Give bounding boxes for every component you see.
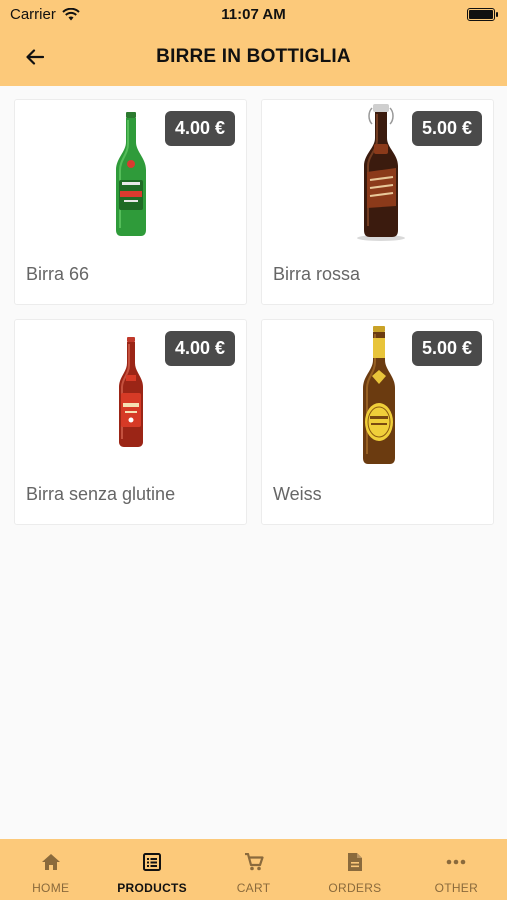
carrier-label: Carrier	[10, 5, 56, 23]
tab-orders[interactable]: ORDERS	[304, 839, 405, 900]
price-badge: 4.00 €	[164, 331, 235, 366]
product-name: Birra senza glutine	[26, 484, 176, 504]
tab-label: CART	[236, 881, 271, 895]
cart-icon	[243, 851, 265, 873]
product-card-birra-rossa[interactable]: 5.00 € Birra rossa	[261, 99, 494, 305]
battery-icon	[467, 7, 498, 21]
tab-label: PRODUCTS	[117, 881, 187, 895]
price-badge: 5.00 €	[411, 331, 482, 366]
page-title: BIRRE IN BOTTIGLIA	[156, 46, 351, 67]
red-beer-bottle-image	[119, 337, 143, 447]
tab-cart[interactable]: CART	[203, 839, 304, 900]
tab-home[interactable]: HOME	[0, 839, 101, 900]
more-icon	[445, 851, 467, 873]
price-badge: 4.00 €	[164, 111, 235, 146]
green-beer-bottle-image	[116, 112, 146, 236]
document-icon	[344, 851, 366, 873]
status-left: Carrier	[10, 6, 80, 23]
product-grid: 4.00 € Birra 66 5.00 € Birra rossa 4.00 …	[14, 99, 494, 525]
wifi-icon	[62, 7, 80, 20]
amber-weiss-beer-bottle-image	[363, 326, 395, 464]
product-name: Birra rossa	[273, 264, 361, 284]
list-icon	[141, 851, 163, 873]
status-bar: Carrier 11:07 AM	[0, 0, 507, 28]
product-name: Weiss	[273, 484, 322, 504]
tab-label: OTHER	[434, 881, 479, 895]
product-card-weiss[interactable]: 5.00 € Weiss	[261, 319, 494, 525]
product-card-birra-senza-glutine[interactable]: 4.00 € Birra senza glutine	[14, 319, 247, 525]
product-card-birra-66[interactable]: 4.00 € Birra 66	[14, 99, 247, 305]
swing-top-dark-beer-bottle-image	[357, 104, 405, 241]
arrow-left-icon	[26, 49, 44, 65]
tab-label: ORDERS	[328, 881, 382, 895]
product-name: Birra 66	[26, 264, 90, 284]
app-bar: BIRRE IN BOTTIGLIA	[0, 28, 507, 86]
tab-other[interactable]: OTHER	[406, 839, 507, 900]
back-button[interactable]	[20, 42, 50, 72]
home-icon	[40, 851, 62, 873]
price-badge: 5.00 €	[411, 111, 482, 146]
bottom-tab-bar: HOME PRODUCTS CART ORDERS OTHER	[0, 839, 507, 900]
tab-products[interactable]: PRODUCTS	[101, 839, 202, 900]
tab-label: HOME	[32, 881, 70, 895]
